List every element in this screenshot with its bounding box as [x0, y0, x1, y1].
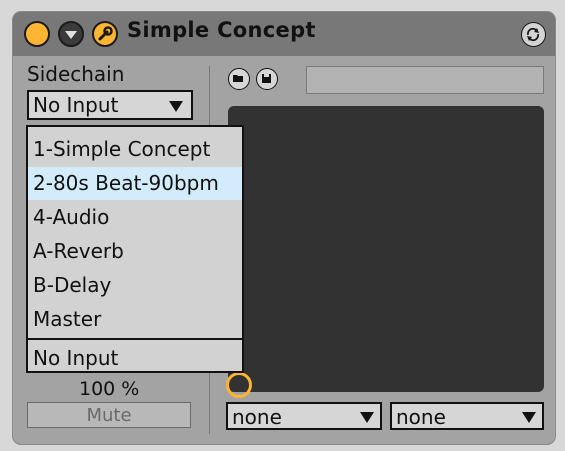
- fold-icon[interactable]: [58, 21, 84, 47]
- mute-button-label: Mute: [86, 405, 132, 426]
- open-preset-button[interactable]: [228, 68, 250, 90]
- menu-item[interactable]: Master: [28, 303, 242, 336]
- device-title-bar: Simple Concept: [13, 12, 555, 56]
- menu-item[interactable]: 1-Simple Concept: [28, 133, 242, 166]
- save-preset-button[interactable]: [256, 68, 278, 90]
- sidechain-dropdown-menu: 1-Simple Concept 2-80s Beat-90bpm 4-Audi…: [26, 125, 244, 373]
- menu-item-label: Master: [33, 307, 102, 331]
- device-display: [228, 106, 544, 392]
- main-section: none none: [210, 56, 555, 444]
- menu-item[interactable]: B-Delay: [28, 269, 242, 302]
- menu-item[interactable]: 4-Audio: [28, 201, 242, 234]
- hot-swap-icon[interactable]: [521, 22, 546, 47]
- menu-item-label: B-Delay: [33, 273, 112, 297]
- menu-item-no-input[interactable]: No Input: [28, 342, 242, 375]
- menu-item-label: No Input: [33, 346, 119, 370]
- menu-item-label: 2-80s Beat-90bpm: [33, 171, 219, 195]
- knob-control[interactable]: [226, 372, 252, 398]
- chevron-down-icon: [522, 412, 536, 423]
- folder-open-icon: [233, 75, 243, 82]
- device-title: Simple Concept: [127, 18, 316, 42]
- selector-1[interactable]: none: [226, 402, 382, 430]
- save-icon: [262, 74, 271, 83]
- chevron-down-icon: [360, 412, 374, 423]
- sidechain-label: Sidechain: [27, 62, 125, 86]
- preset-name-field[interactable]: [306, 66, 544, 94]
- chevron-down-icon: [169, 101, 183, 112]
- power-icon[interactable]: [24, 21, 50, 47]
- sidechain-input-value: No Input: [33, 93, 119, 117]
- mute-button[interactable]: Mute: [27, 402, 191, 428]
- menu-separator: [28, 338, 242, 340]
- menu-item[interactable]: A-Reverb: [28, 235, 242, 268]
- selector-2[interactable]: none: [390, 402, 544, 430]
- sidechain-gain-value[interactable]: 100 %: [79, 378, 139, 400]
- menu-item-label: 4-Audio: [33, 205, 110, 229]
- menu-item-label: 1-Simple Concept: [33, 137, 211, 161]
- menu-item-label: A-Reverb: [33, 239, 124, 263]
- wrench-icon[interactable]: [92, 21, 118, 47]
- selector-2-value: none: [396, 405, 446, 429]
- menu-item-highlighted[interactable]: 2-80s Beat-90bpm: [28, 167, 242, 200]
- sidechain-input-select[interactable]: No Input: [27, 90, 193, 120]
- selector-1-value: none: [232, 405, 282, 429]
